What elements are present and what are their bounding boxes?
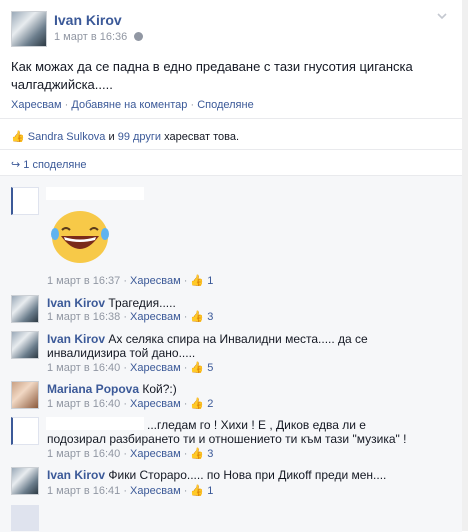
shares-summary[interactable]: ↪ 1 споделяне bbox=[11, 158, 87, 171]
share-post-button[interactable]: Споделяне bbox=[197, 99, 254, 111]
comment-avatar[interactable] bbox=[11, 381, 39, 409]
thumbs-up-icon: 👍 bbox=[11, 131, 25, 143]
likes-name-link[interactable]: Sandra Sulkova bbox=[28, 131, 106, 143]
comment-meta: 1 март в 16:38 · Харесвам · 👍 3 bbox=[47, 311, 214, 323]
post-text: Как можах да се падна в едно предаване с… bbox=[11, 59, 413, 92]
post-author-name[interactable]: Ivan Kirov bbox=[54, 12, 122, 28]
comment-body: Ivan Kirov Фики Стораро..... по Нова при… bbox=[47, 468, 447, 482]
comment-meta: 1 март в 16:41 · Харесвам · 👍 1 bbox=[47, 485, 214, 497]
comment-meta: 1 март в 16:40 · Харесвам · 👍 3 bbox=[47, 448, 214, 460]
chevron-down-icon[interactable] bbox=[437, 10, 447, 20]
comment-avatar[interactable] bbox=[11, 187, 39, 215]
post-actions: Харесвам · Добавяне на коментар · Сподел… bbox=[11, 99, 254, 111]
post-time[interactable]: 1 март в 16:36 bbox=[54, 31, 127, 43]
thumbs-up-icon[interactable]: 👍 bbox=[190, 398, 204, 410]
comment-like-count[interactable]: 2 bbox=[207, 398, 213, 410]
comment-like-button[interactable]: Харесвам bbox=[130, 448, 181, 460]
comment-like-button[interactable]: Харесвам bbox=[130, 485, 181, 497]
likes-suffix: харесват това. bbox=[164, 131, 240, 143]
laughing-emoji-icon bbox=[47, 208, 113, 264]
comment-like-count[interactable]: 3 bbox=[207, 448, 213, 460]
comment-author[interactable]: Ivan Kirov bbox=[47, 332, 105, 346]
thumbs-up-icon[interactable]: 👍 bbox=[190, 448, 204, 460]
comment-like-count[interactable]: 5 bbox=[207, 362, 213, 374]
comment-like-button[interactable]: Харесвам bbox=[130, 398, 181, 410]
likes-and: и bbox=[108, 131, 115, 143]
comment-avatar[interactable] bbox=[11, 467, 39, 495]
divider bbox=[0, 118, 462, 119]
comment-text: Трагедия..... bbox=[108, 296, 176, 310]
like-post-button[interactable]: Харесвам bbox=[11, 99, 62, 111]
comment-text: ...гледам го ! Хихи ! Е , Диков едва ли … bbox=[47, 418, 407, 446]
comment-time[interactable]: 1 март в 16:40 bbox=[47, 362, 120, 374]
comment-avatar[interactable] bbox=[11, 331, 39, 359]
comment-meta: 1 март в 16:40 · Харесвам · 👍 2 bbox=[47, 398, 214, 410]
comment-time[interactable]: 1 март в 16:38 bbox=[47, 311, 120, 323]
comment-like-button[interactable]: Харесвам bbox=[130, 362, 181, 374]
add-comment-button[interactable]: Добавяне на коментар bbox=[71, 99, 187, 111]
comment-author[interactable]: Ivan Kirov bbox=[47, 468, 105, 482]
comment-author[interactable]: Ivan Kirov bbox=[47, 296, 105, 310]
comment-time[interactable]: 1 март в 16:40 bbox=[47, 448, 120, 460]
shares-link[interactable]: 1 споделяне bbox=[23, 159, 86, 171]
comment-avatar[interactable] bbox=[11, 417, 39, 445]
comment-body: Mariana Popova Кой?:) bbox=[47, 382, 447, 396]
comment-like-count[interactable]: 1 bbox=[207, 485, 213, 497]
likes-others-link[interactable]: 99 други bbox=[118, 131, 161, 143]
partial-next-comment bbox=[11, 505, 39, 531]
comment-avatar[interactable] bbox=[11, 295, 39, 323]
thumbs-up-icon[interactable]: 👍 bbox=[190, 311, 204, 323]
comment-text: Фики Стораро..... по Нова при Дикоff пре… bbox=[108, 468, 387, 482]
comment-author[interactable]: Mariana Popova bbox=[47, 382, 139, 396]
comment-time[interactable]: 1 март в 16:41 bbox=[47, 485, 120, 497]
comment-body: Ivan Kirov Трагедия..... bbox=[47, 296, 447, 310]
thumbs-up-icon[interactable]: 👍 bbox=[190, 362, 204, 374]
scrollbar[interactable] bbox=[462, 0, 468, 531]
comment-text: Кой?:) bbox=[142, 382, 177, 396]
comment-like-button[interactable]: Харесвам bbox=[130, 311, 181, 323]
share-icon: ↪ bbox=[11, 159, 21, 171]
thumbs-up-icon[interactable]: 👍 bbox=[190, 485, 204, 497]
likes-summary: 👍 Sandra Sulkova и 99 други харесват тов… bbox=[11, 130, 239, 143]
comment-meta: 1 март в 16:40 · Харесвам · 👍 5 bbox=[47, 362, 214, 374]
comment-time[interactable]: 1 март в 16:37 bbox=[47, 275, 120, 287]
thumbs-up-icon[interactable]: 👍 bbox=[190, 275, 204, 287]
comment-body: Ivan Kirov Ах селяка спира на Инвалидни … bbox=[47, 332, 427, 360]
redacted-author bbox=[46, 187, 144, 200]
comment-body: ...гледам го ! Хихи ! Е , Диков едва ли … bbox=[47, 418, 417, 446]
comment-time[interactable]: 1 март в 16:40 bbox=[47, 398, 120, 410]
author-avatar[interactable] bbox=[11, 11, 47, 47]
comment-like-count[interactable]: 1 bbox=[207, 275, 213, 287]
comment-meta: 1 март в 16:37 · Харесвам · 👍 1 bbox=[47, 275, 214, 287]
globe-icon bbox=[134, 32, 144, 41]
comment-like-count[interactable]: 3 bbox=[207, 311, 213, 323]
comment-like-button[interactable]: Харесвам bbox=[130, 275, 181, 287]
divider bbox=[0, 149, 462, 150]
post-timestamp[interactable]: 1 март в 16:36 bbox=[54, 31, 144, 43]
